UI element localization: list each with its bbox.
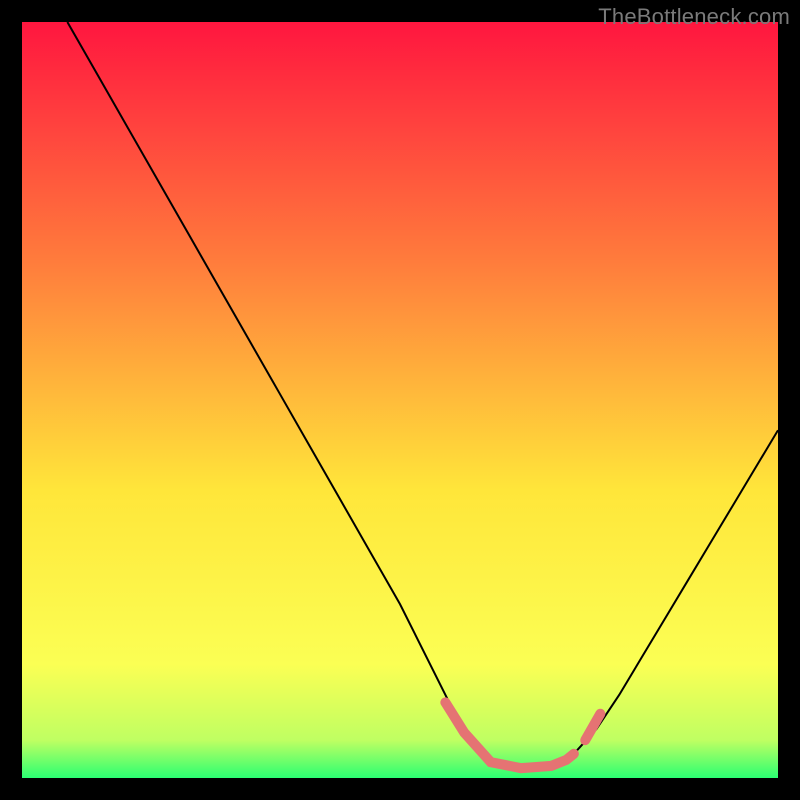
watermark-text: TheBottleneck.com: [598, 4, 790, 30]
chart-container: [22, 22, 778, 778]
chart-background: [22, 22, 778, 778]
bottleneck-chart: [22, 22, 778, 778]
